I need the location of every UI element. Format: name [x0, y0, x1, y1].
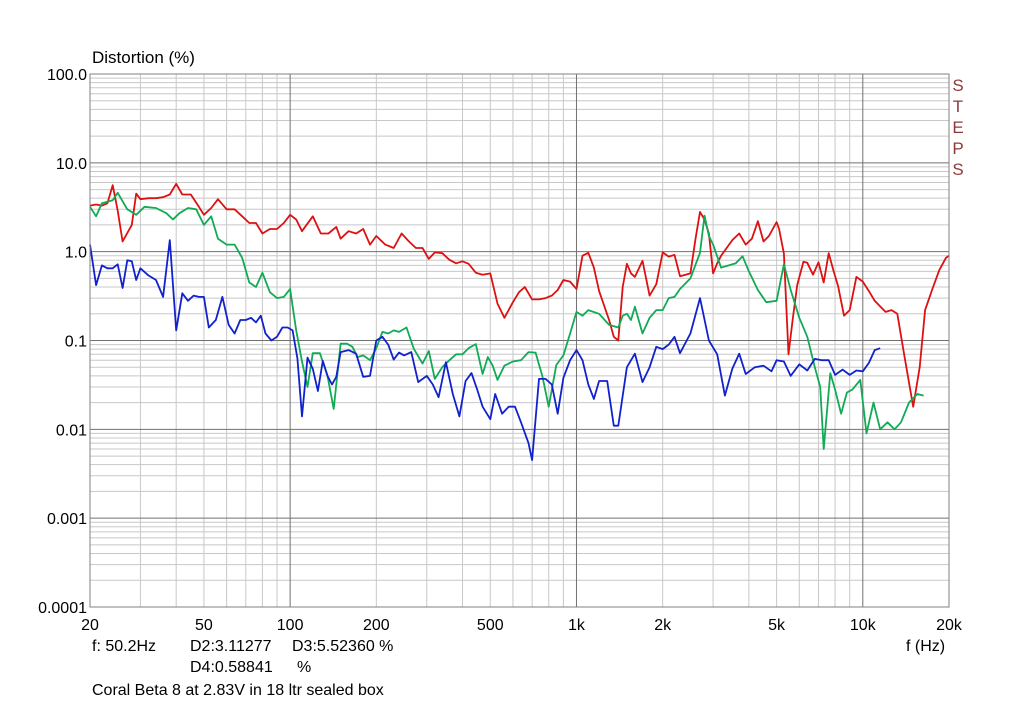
steps-letter: T [952, 97, 964, 116]
cursor-frequency: f: 50.2Hz [92, 638, 157, 655]
steps-letter: P [952, 139, 964, 158]
x-tick-labels: 20 50 100 200 500 1k 2k 5k 10k 20k [81, 617, 963, 634]
steps-letter: S [952, 76, 964, 95]
y-tick-label: 1.0 [65, 245, 87, 262]
y-tick-label: 0.0001 [38, 600, 87, 617]
x-tick-label: 1k [568, 617, 586, 634]
distortion-chart: 100.010.01.00.10.010.0010.0001 20 50 100 20… [38, 67, 963, 634]
x-tick-label: 5k [768, 617, 786, 634]
x-tick-label: 100 [277, 617, 304, 634]
cursor-d3: D3:5.52360 % [292, 638, 394, 655]
series-line-3 [89, 239, 881, 462]
series-line-1 [89, 182, 950, 408]
cursor-d4-unit: % [297, 659, 312, 676]
x-tick-label: 2k [654, 617, 672, 634]
y-tick-label: 0.01 [56, 422, 87, 439]
y-tick-labels: 100.0 10.0 1.0 0.1 0.01 0.001 0.0001 [38, 67, 87, 617]
steps-letter: S [952, 160, 964, 179]
x-tick-label: 20k [936, 617, 963, 634]
x-tick-label: 10k [850, 617, 877, 634]
y-tick-label: 10.0 [56, 156, 87, 173]
x-tick-label: 20 [81, 617, 99, 634]
y-tick-label: 100.0 [47, 67, 87, 84]
y-axis-title: Distortion (%) [92, 48, 195, 67]
y-tick-label: 0.1 [65, 334, 87, 351]
steps-side-label: STEPS [951, 75, 965, 180]
x-tick-label: 200 [363, 617, 390, 634]
steps-letter: E [952, 118, 964, 137]
chart-caption: Coral Beta 8 at 2.83V in 18 ltr sealed b… [92, 682, 384, 699]
x-tick-label: 500 [477, 617, 504, 634]
x-tick-label: 50 [195, 617, 213, 634]
y-tick-label: 0.001 [47, 511, 87, 528]
x-axis-title: f (Hz) [906, 638, 946, 655]
cursor-d4: D4:0.58841 [190, 659, 273, 676]
cursor-d2: D2:3.11277 [190, 638, 272, 655]
